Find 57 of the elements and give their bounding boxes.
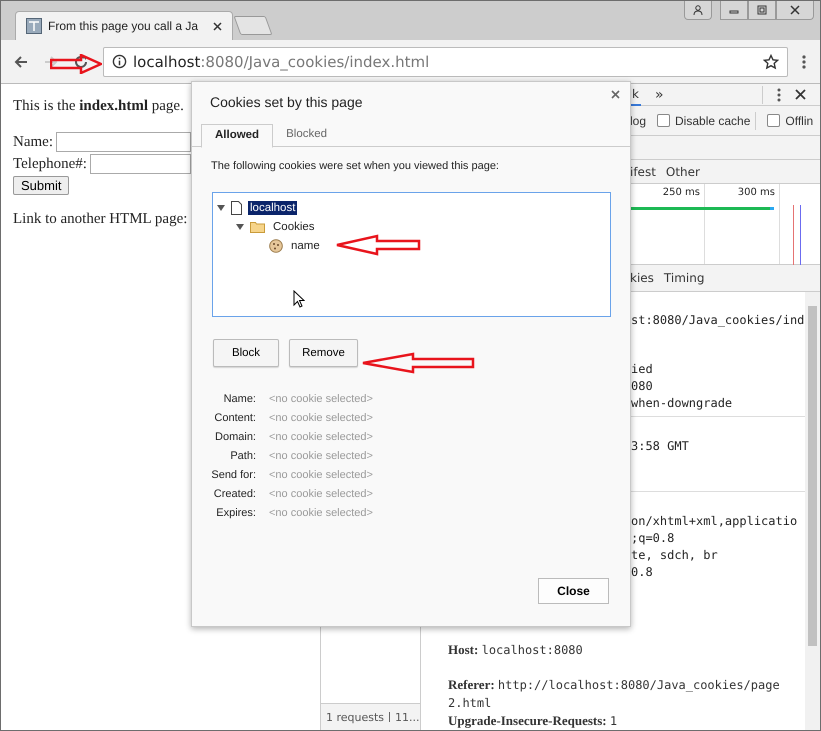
more-tabs-button[interactable]: » xyxy=(654,86,664,102)
preserve-log-label: log xyxy=(630,114,646,128)
header-line: Host: localhost:8080 xyxy=(448,641,584,659)
detail-value: <no cookie selected> xyxy=(269,468,373,483)
detail-label: Created: xyxy=(212,487,256,502)
header-text: on/xhtml+xml,applicatio xyxy=(631,513,798,530)
header-line: Referer: http://localhost:8080/Java_cookies/page2.html xyxy=(448,676,781,712)
field-label: Telephone#: xyxy=(13,156,87,172)
tree-item[interactable]: Cookies xyxy=(271,220,317,234)
checkbox-label: Offlin xyxy=(785,114,814,128)
detail-value: <no cookie selected> xyxy=(269,392,373,407)
cookie-tree[interactable]: localhost Cookies name xyxy=(212,192,611,317)
tree-item[interactable]: localhost xyxy=(248,200,298,214)
detail-label: Send for: xyxy=(210,468,256,483)
dialog-title: Cookies set by this page xyxy=(210,94,363,112)
detail-label: Path: xyxy=(229,449,256,464)
tick-label: 250 ms xyxy=(662,187,700,198)
browser-tab[interactable]: From this page you call a Ja xyxy=(15,11,233,40)
dialog-tab[interactable]: Allowed xyxy=(201,124,274,148)
detail-tab[interactable]: Timing xyxy=(664,271,704,285)
link-text: Link to another HTML page: xyxy=(13,211,188,228)
detail-value: <no cookie selected> xyxy=(269,430,373,445)
detail-value: <no cookie selected> xyxy=(269,487,373,502)
tick-label: 300 ms xyxy=(738,187,775,198)
header-text: 080 xyxy=(631,378,654,395)
header-text: te, sdch, br xyxy=(631,547,719,564)
dialog-intro: The following cookies were set when you viewed this page: xyxy=(211,160,499,174)
detail-label: Expires: xyxy=(215,506,256,521)
detail-tab[interactable]: kies xyxy=(630,271,654,285)
header-text: ied xyxy=(631,361,654,378)
detail-label: Name: xyxy=(222,392,256,407)
tree-item[interactable]: name xyxy=(289,238,322,252)
detail-label: Domain: xyxy=(214,430,256,445)
address-bar[interactable]: localhost:8080/Java_cookies/index.html xyxy=(103,46,788,76)
header-text: st:8080/Java_cookies/ind xyxy=(631,312,805,329)
detail-value: <no cookie selected> xyxy=(269,411,373,426)
close-button[interactable]: Close xyxy=(538,578,609,604)
type-filter[interactable]: Other xyxy=(666,164,700,178)
detail-value: <no cookie selected> xyxy=(269,449,373,464)
field-label: Name: xyxy=(13,134,53,150)
header-text: when-downgrade xyxy=(631,395,734,412)
detail-label: Content: xyxy=(213,411,256,426)
url-text: localhost:8080/Java_cookies/index.html xyxy=(133,52,430,70)
type-filter[interactable]: ifest xyxy=(630,164,656,178)
header-line: Upgrade-Insecure-Requests: 1 xyxy=(448,712,618,730)
dialog-tab[interactable]: Blocked xyxy=(273,124,340,146)
status-text: 1 requests xyxy=(326,710,384,724)
dialog-button[interactable]: Remove xyxy=(289,339,358,367)
checkbox-label: Disable cache xyxy=(675,114,750,128)
detail-value: <no cookie selected> xyxy=(269,506,373,521)
header-text: 3:58 GMT xyxy=(631,438,690,455)
header-text: 0.8 xyxy=(631,564,654,581)
submit-button[interactable]: Submit xyxy=(13,176,70,195)
header-text: ;q=0.8 xyxy=(631,530,676,547)
status-text: 11... xyxy=(395,710,420,724)
dialog-button[interactable]: Block xyxy=(213,339,279,367)
intro-text: This is the index.html page. xyxy=(13,98,184,115)
